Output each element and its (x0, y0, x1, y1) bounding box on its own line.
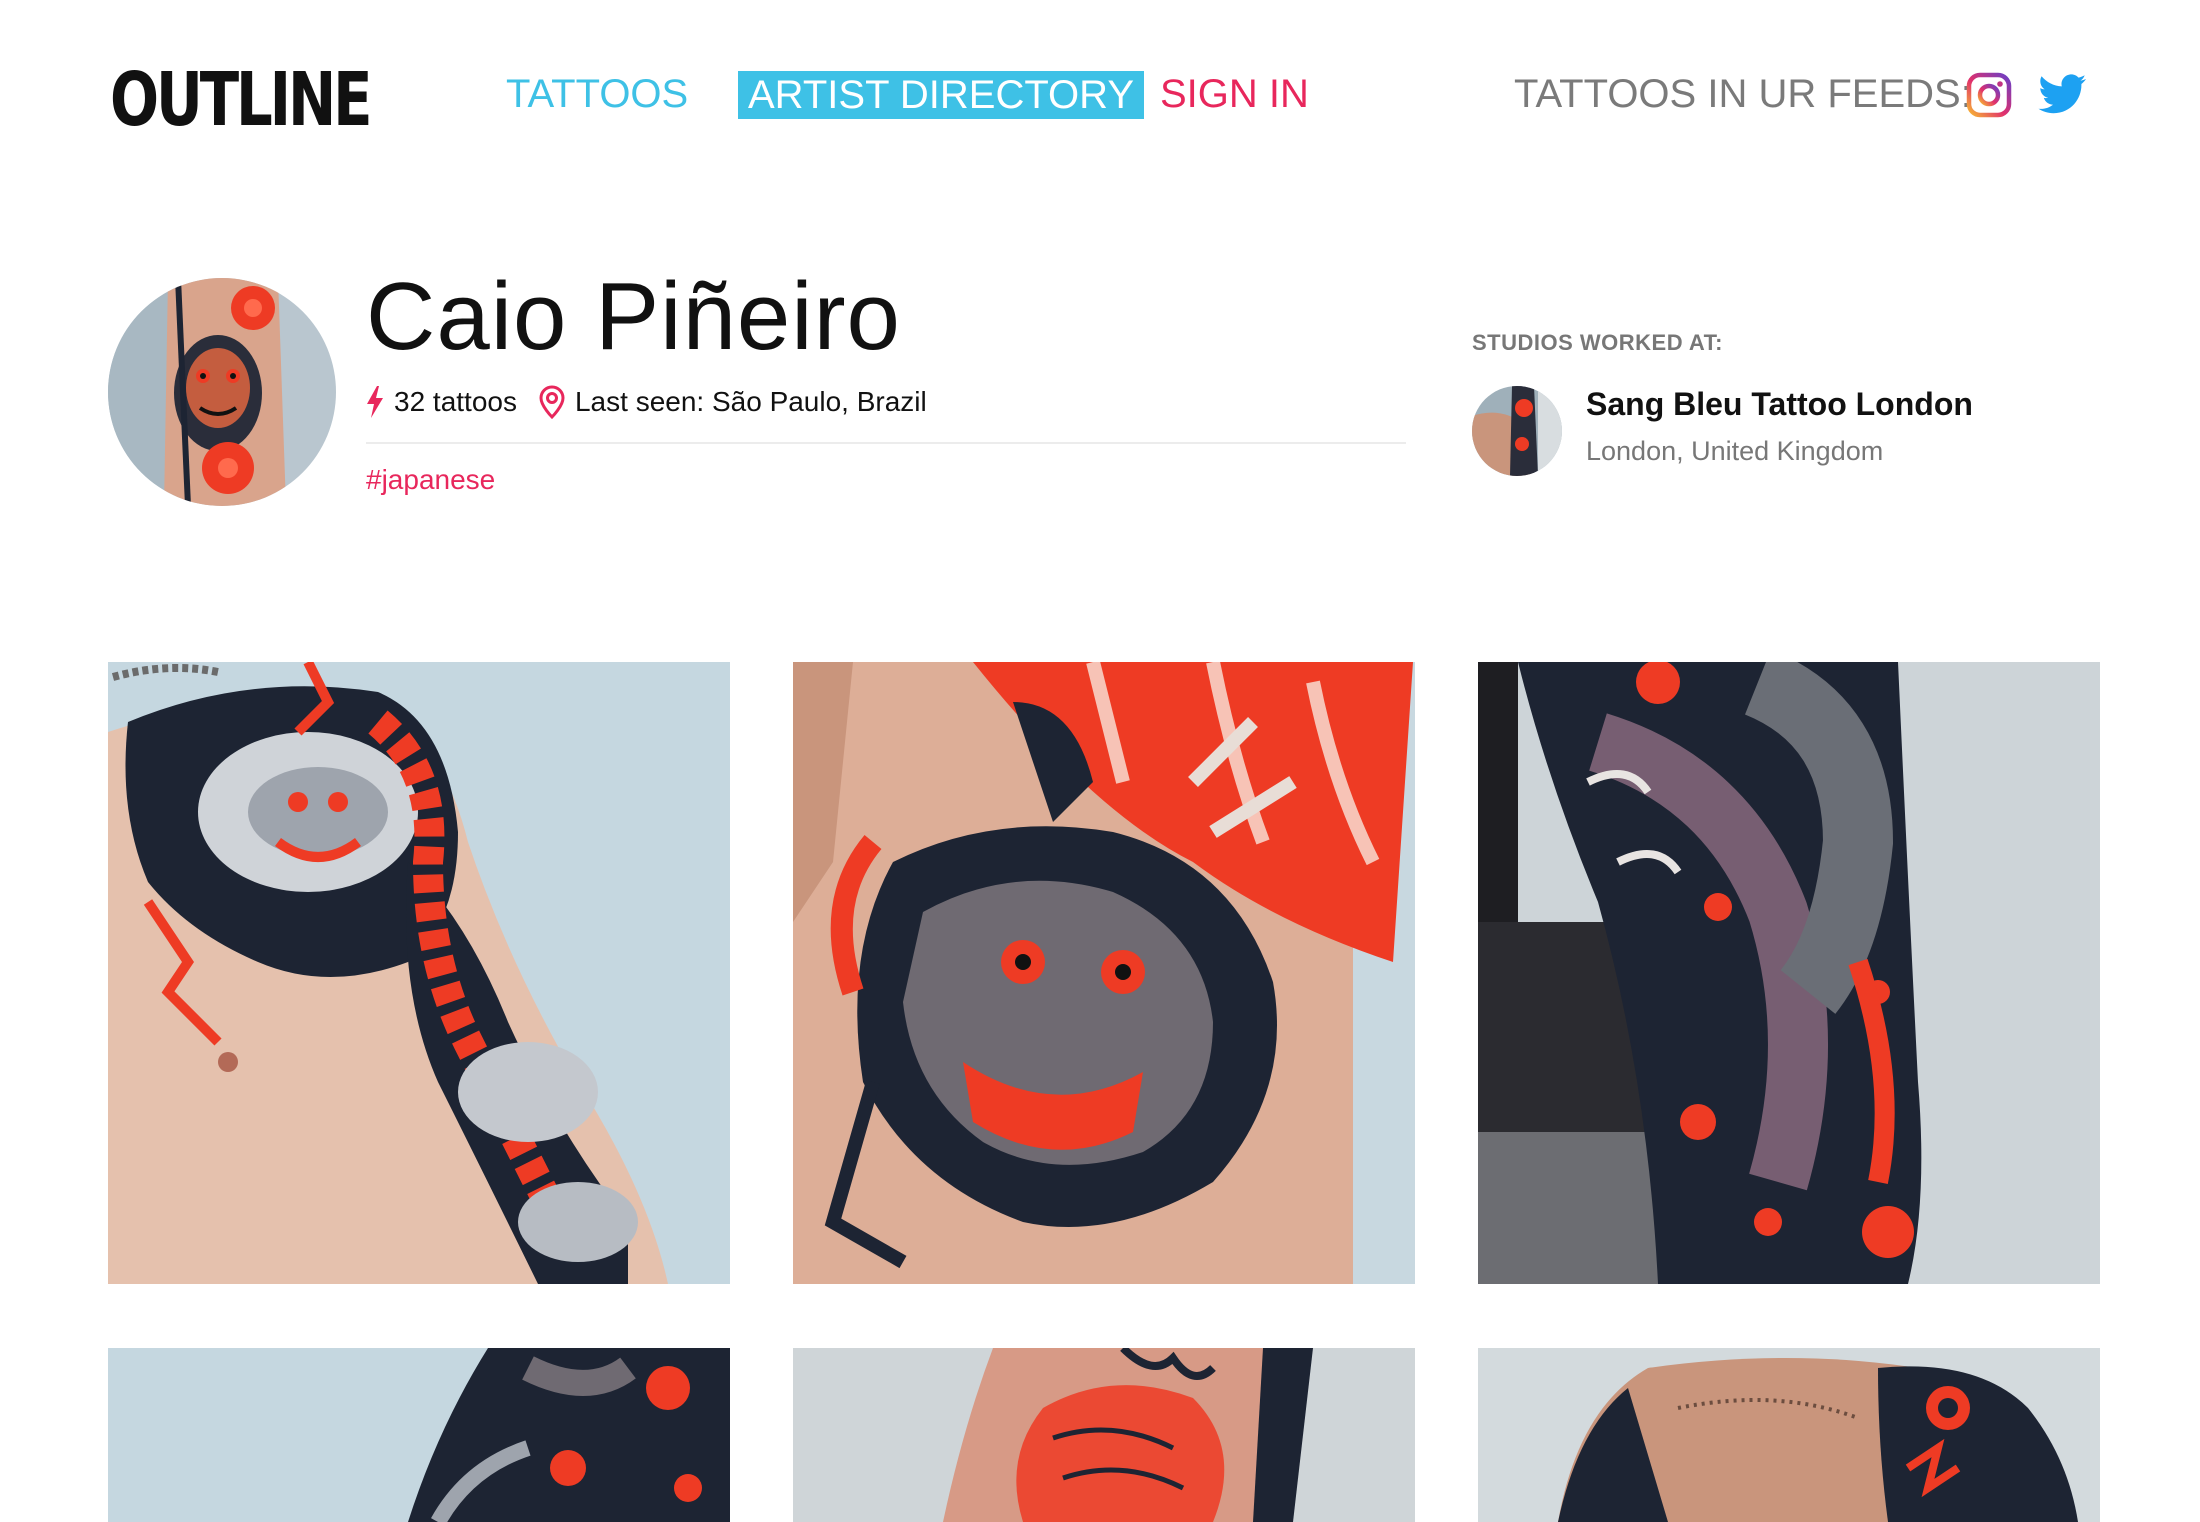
gallery-tile[interactable] (793, 662, 1415, 1284)
location-pin-icon (539, 385, 565, 419)
artist-avatar (108, 278, 336, 506)
tattoo-photo-chest-shoulder (1478, 1348, 2100, 1522)
lightning-icon (367, 386, 383, 418)
studio-avatar[interactable] (1472, 386, 1562, 476)
last-seen: Last seen: São Paulo, Brazil (539, 385, 927, 419)
last-seen-label: Last seen: São Paulo, Brazil (574, 386, 927, 417)
tattoo-photo-koi-sleeve (1478, 662, 2100, 1284)
tattoo-count-label: 32 tattoos (394, 386, 517, 417)
artist-name: Caio Piñeiro (366, 263, 901, 370)
twitter-icon[interactable] (2038, 72, 2086, 118)
gallery-tile[interactable] (1478, 662, 2100, 1284)
nav-artist-directory-link[interactable]: ARTIST DIRECTORY (738, 71, 1145, 119)
style-tag-japanese[interactable]: #japanese (366, 464, 495, 496)
nav-sign-in-link[interactable]: SIGN IN (1160, 68, 1309, 120)
tattoo-photo-dragon-head (793, 662, 1415, 1284)
gallery-tile[interactable] (793, 1348, 1415, 1522)
feeds-label: TATTOOS IN UR FEEDS: (1514, 72, 1972, 116)
studio-name-link[interactable]: Sang Bleu Tattoo London (1586, 386, 1973, 423)
instagram-icon[interactable] (1966, 72, 2012, 118)
nav-tattoos-link[interactable]: TATTOOS (506, 68, 688, 120)
site-header: OUTLINE TATTOOS ARTIST DIRECTORY SIGN IN… (0, 0, 2200, 190)
gallery-tile[interactable] (1478, 1348, 2100, 1522)
site-logo[interactable]: OUTLINE (110, 60, 373, 140)
studios-heading: STUDIOS WORKED AT: (1472, 330, 1723, 355)
gallery-tile[interactable] (108, 662, 730, 1284)
tattoo-photo-sleeve-flowers (108, 1348, 730, 1522)
tattoo-photo-dragon-chest (108, 662, 730, 1284)
artist-meta: 32 tattoos Last seen: São Paulo, Brazil (366, 382, 949, 422)
studio-location: London, United Kingdom (1586, 436, 1884, 466)
gallery-tile[interactable] (108, 1348, 730, 1522)
tattoo-count: 32 tattoos (366, 386, 517, 418)
profile-divider (366, 442, 1406, 444)
tattoo-photo-peony (793, 1348, 1415, 1522)
